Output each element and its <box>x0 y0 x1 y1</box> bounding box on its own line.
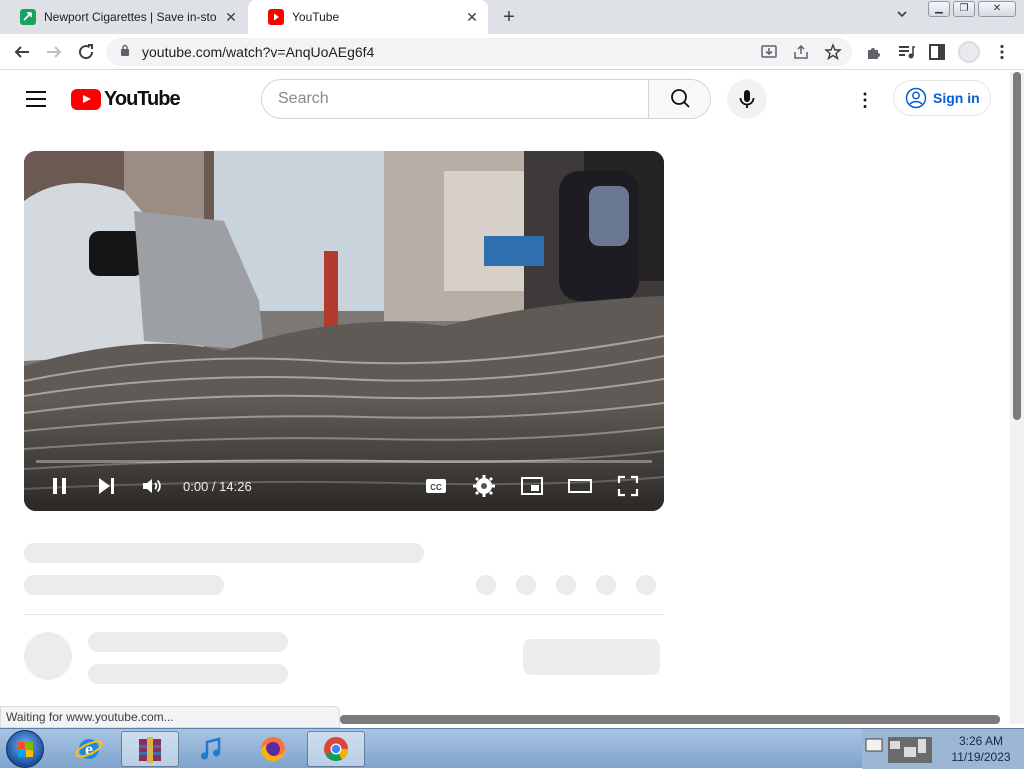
install-app-icon[interactable] <box>760 43 778 61</box>
action-skeleton <box>556 575 576 595</box>
search-button[interactable] <box>648 80 710 118</box>
close-window-button[interactable]: ✕ <box>978 1 1016 17</box>
tab-youtube[interactable]: YouTube ✕ <box>248 0 488 34</box>
new-tab-button[interactable]: + <box>498 6 520 28</box>
youtube-play-logo-icon <box>71 88 101 110</box>
action-skeleton <box>636 575 656 595</box>
bookmark-star-icon[interactable] <box>824 43 842 61</box>
back-button[interactable] <box>10 40 34 64</box>
media-controls-icon[interactable] <box>896 42 916 62</box>
system-clock[interactable]: 3:26 AM 11/19/2023 <box>938 733 1024 765</box>
youtube-favicon <box>268 9 284 25</box>
action-skeleton <box>596 575 616 595</box>
subscribers-skeleton <box>88 664 288 684</box>
settings-gear-icon[interactable] <box>472 474 496 498</box>
title-skeleton <box>24 543 424 563</box>
newport-favicon <box>20 9 36 25</box>
sign-in-label: Sign in <box>933 90 980 106</box>
fullscreen-icon[interactable] <box>616 474 640 498</box>
subtitles-cc-icon[interactable]: CC <box>424 474 448 498</box>
browser-toolbar: youtube.com/watch?v=AnqUoAEg6f4 <box>0 34 1024 106</box>
internet-explorer-icon[interactable]: e <box>60 731 118 767</box>
url-text[interactable]: youtube.com/watch?v=AnqUoAEg6f4 <box>142 44 374 60</box>
guide-menu-icon[interactable] <box>26 91 46 107</box>
vertical-scrollbar[interactable] <box>1010 72 1024 724</box>
firefox-icon[interactable] <box>244 731 302 767</box>
vertical-scrollbar-thumb[interactable] <box>1013 72 1021 420</box>
reload-button[interactable] <box>74 40 98 64</box>
theater-mode-icon[interactable] <box>568 474 592 498</box>
account-icon <box>905 87 927 109</box>
video-player[interactable]: 0:00 / 14:26 CC <box>24 151 664 511</box>
pause-icon[interactable] <box>48 474 72 498</box>
sign-in-button[interactable]: Sign in <box>893 80 991 116</box>
tab-title: YouTube <box>292 10 340 24</box>
tab-newport[interactable]: Newport Cigarettes | Save in-sto ✕ <box>0 0 247 34</box>
microphone-icon <box>739 90 755 108</box>
itunes-icon[interactable] <box>182 731 240 767</box>
divider <box>24 614 664 615</box>
youtube-masthead: YouTube ⋮ Sign in <box>0 72 1010 128</box>
channel-name-skeleton <box>88 632 288 652</box>
subscribe-button-skeleton <box>523 639 660 675</box>
action-skeleton <box>516 575 536 595</box>
video-frame-image <box>24 151 664 511</box>
tab-search-chevron-icon[interactable] <box>896 8 908 23</box>
restore-window-button[interactable]: ❐ <box>953 1 975 17</box>
search-box <box>261 79 711 119</box>
close-tab-icon[interactable]: ✕ <box>223 9 239 25</box>
views-skeleton <box>24 575 224 595</box>
tray-icons[interactable] <box>864 729 936 769</box>
settings-more-icon[interactable]: ⋮ <box>855 88 875 112</box>
address-bar[interactable]: youtube.com/watch?v=AnqUoAEg6f4 <box>106 38 852 66</box>
winrar-icon[interactable] <box>121 731 179 767</box>
share-icon[interactable] <box>792 43 810 61</box>
side-panel-icon[interactable] <box>927 42 947 62</box>
clock-date: 11/19/2023 <box>951 750 1011 764</box>
extensions-puzzle-icon[interactable] <box>864 42 884 62</box>
action-skeleton <box>476 575 496 595</box>
logo-text: YouTube <box>104 87 181 110</box>
lock-icon[interactable] <box>120 44 130 56</box>
voice-search-button[interactable] <box>727 79 767 119</box>
svg-text:CC: CC <box>430 483 442 492</box>
windows-taskbar: e 3:26 AM 11/19/2023 <box>0 728 1024 769</box>
miniplayer-icon[interactable] <box>520 474 544 498</box>
chrome-icon[interactable] <box>307 731 365 767</box>
volume-icon[interactable] <box>140 474 164 498</box>
horizontal-scrollbar-thumb[interactable] <box>340 715 1000 724</box>
search-input[interactable] <box>262 80 648 118</box>
video-progress-bar[interactable] <box>36 460 652 463</box>
video-time-display: 0:00 / 14:26 <box>183 479 252 494</box>
channel-avatar-skeleton <box>24 632 72 680</box>
search-icon <box>671 89 690 108</box>
minimize-window-button[interactable]: ▁ <box>928 1 950 17</box>
clock-time: 3:26 AM <box>958 734 1004 748</box>
tab-title: Newport Cigarettes | Save in-sto <box>44 10 217 24</box>
start-orb[interactable] <box>6 730 44 768</box>
youtube-logo[interactable]: YouTube <box>71 87 181 111</box>
forward-button[interactable] <box>42 40 66 64</box>
status-bubble: Waiting for www.youtube.com... <box>0 706 340 728</box>
windows-logo-icon <box>18 742 33 757</box>
close-tab-icon[interactable]: ✕ <box>464 9 480 25</box>
tab-strip: Newport Cigarettes | Save in-sto ✕ YouTu… <box>0 0 1024 34</box>
browser-menu-icon[interactable] <box>992 42 1012 62</box>
next-video-icon[interactable] <box>94 474 118 498</box>
profile-avatar-icon[interactable] <box>958 41 980 63</box>
